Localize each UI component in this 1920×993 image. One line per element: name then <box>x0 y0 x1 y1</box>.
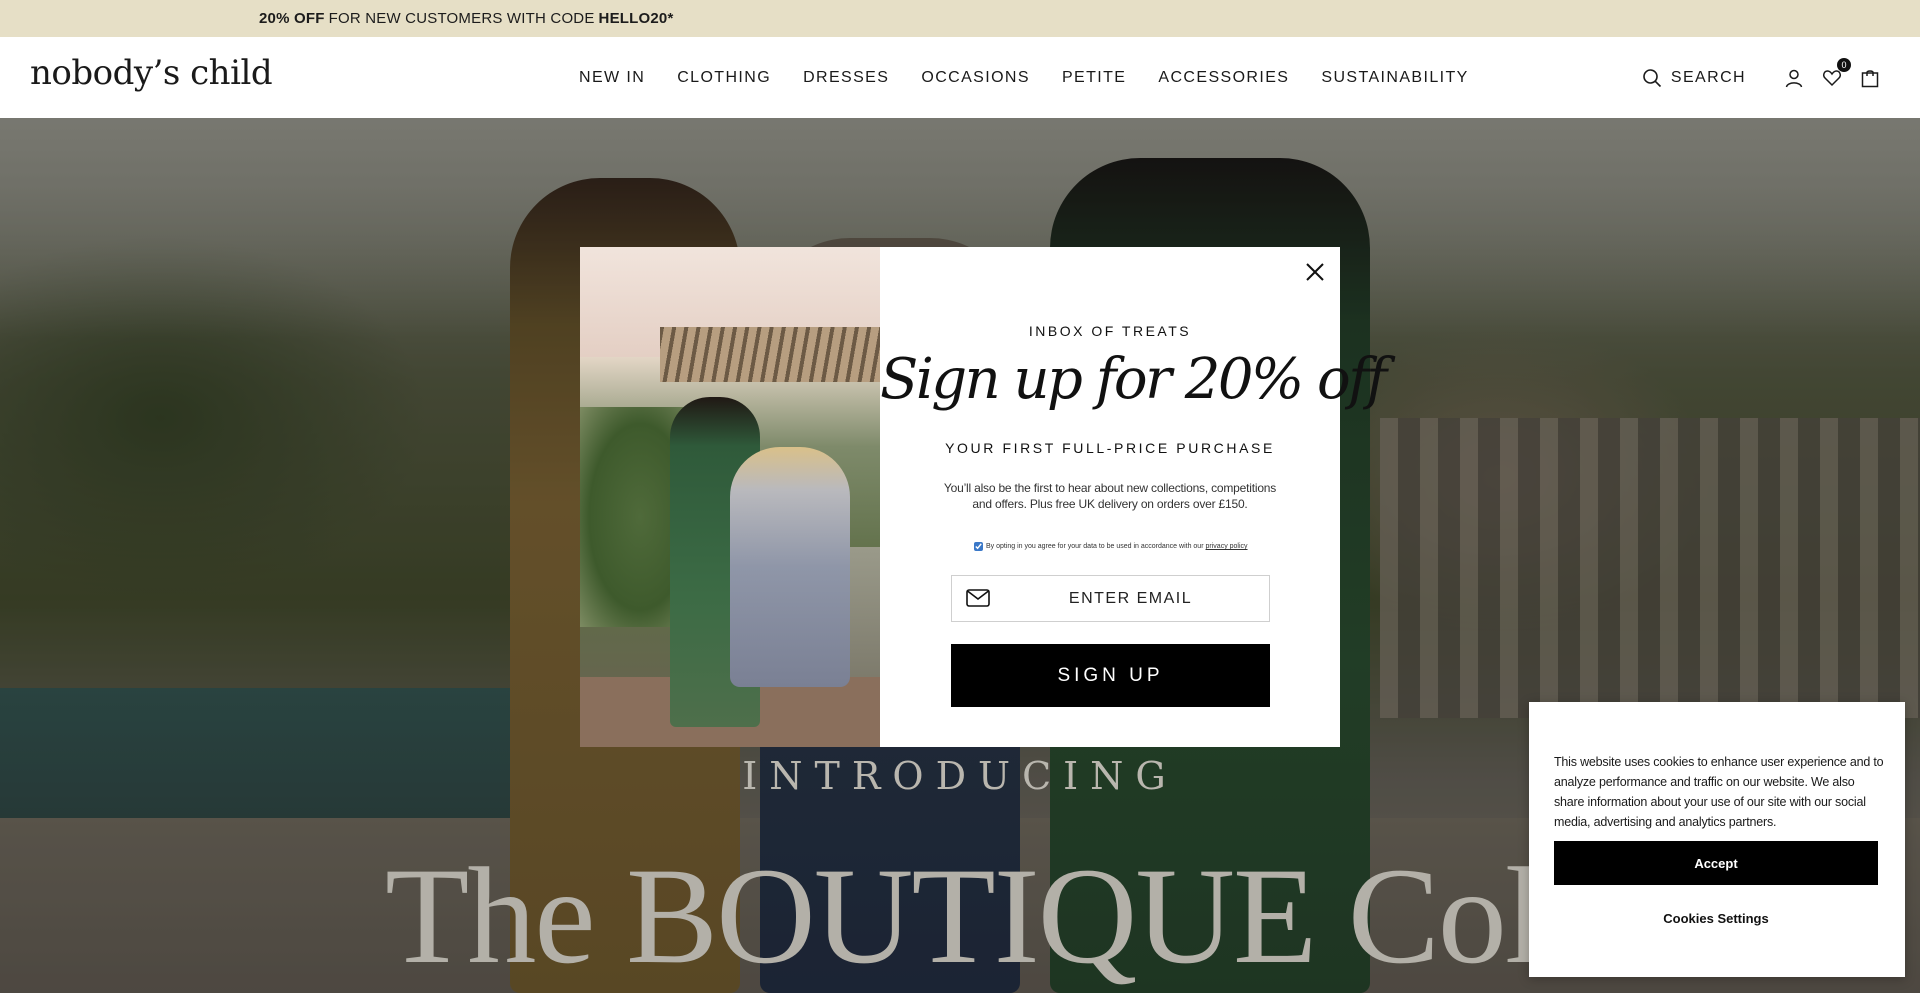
promo-bar: 20% OFF FOR NEW CUSTOMERS WITH CODE HELL… <box>0 0 1920 37</box>
site-header: nobody’s child NEW IN CLOTHING DRESSES O… <box>0 37 1920 118</box>
photo-model-seated <box>730 447 850 687</box>
consent-text: By opting in you agree for your data to … <box>986 543 1204 550</box>
bag-icon <box>1861 69 1879 87</box>
search-label: SEARCH <box>1670 68 1746 86</box>
consent-checkbox[interactable] <box>974 542 983 551</box>
search-button[interactable]: SEARCH <box>1642 68 1746 88</box>
modal-close-button[interactable] <box>1302 259 1328 285</box>
main-nav: NEW IN CLOTHING DRESSES OCCASIONS PETITE… <box>579 37 1501 118</box>
bag-button[interactable] <box>1858 66 1882 90</box>
nav-new-in[interactable]: NEW IN <box>579 69 645 87</box>
promo-code: HELLO20* <box>598 10 674 27</box>
header-actions: SEARCH 0 <box>1642 37 1882 118</box>
accept-cookies-button[interactable]: Accept <box>1554 841 1878 885</box>
cookie-banner: This website uses cookies to enhance use… <box>1529 702 1905 977</box>
promo-text: FOR NEW CUSTOMERS WITH CODE <box>328 10 595 27</box>
search-icon <box>1643 68 1661 87</box>
cookie-text: This website uses cookies to enhance use… <box>1554 755 1884 829</box>
cookies-settings-button[interactable]: Cookies Settings <box>1554 896 1878 940</box>
nav-dresses[interactable]: DRESSES <box>803 69 889 87</box>
newsletter-modal: INBOX OF TREATS Sign up for 20% off YOUR… <box>580 247 1387 747</box>
modal-eyebrow: INBOX OF TREATS <box>1028 323 1192 339</box>
privacy-policy-link[interactable]: privacy policy <box>1206 543 1248 550</box>
promo-discount: 20% OFF <box>259 10 325 27</box>
envelope-icon <box>966 589 990 607</box>
sign-up-button[interactable]: SIGN UP <box>951 644 1270 707</box>
modal-description: You’ll also be the first to hear about n… <box>943 481 1277 511</box>
wishlist-button[interactable]: 0 <box>1820 57 1851 90</box>
modal-subhead: YOUR FIRST FULL-PRICE PURCHASE <box>945 440 1275 456</box>
nav-accessories[interactable]: ACCESSORIES <box>1158 69 1289 87</box>
account-button[interactable] <box>1782 66 1806 90</box>
logo[interactable]: nobody’s child <box>30 53 273 93</box>
photo-pergola <box>660 327 880 382</box>
account-icon <box>1785 69 1803 87</box>
email-input[interactable] <box>952 576 1269 621</box>
nav-petite[interactable]: PETITE <box>1062 69 1126 87</box>
modal-photo <box>580 247 880 747</box>
nav-sustainability[interactable]: SUSTAINABILITY <box>1321 69 1468 87</box>
modal-content: INBOX OF TREATS Sign up for 20% off YOUR… <box>880 247 1387 747</box>
close-icon <box>1306 263 1324 281</box>
consent-row[interactable]: By opting in you agree for your data to … <box>974 542 1248 551</box>
wishlist-count-badge: 0 <box>1837 57 1851 72</box>
email-field[interactable] <box>951 575 1270 622</box>
nav-occasions[interactable]: OCCASIONS <box>921 69 1030 87</box>
nav-clothing[interactable]: CLOTHING <box>677 69 771 87</box>
modal-headline: Sign up for 20% off <box>880 347 1387 412</box>
